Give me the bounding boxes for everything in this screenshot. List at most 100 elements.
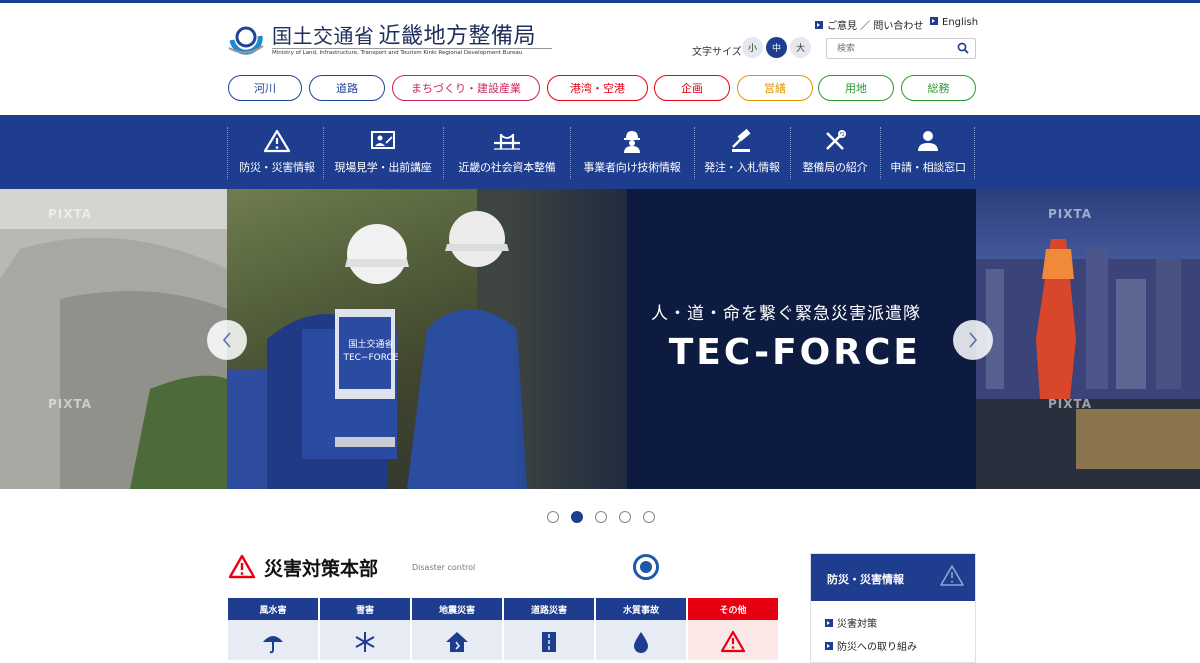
vest-text: 国土交通省 TEC−FORCE [343,339,399,365]
search-icon[interactable] [957,42,969,54]
tab-label: 地震災害 [412,598,502,620]
logo-text: 国土交通省 近畿地方整備局 [272,18,536,50]
mlit-logo-icon [228,26,264,55]
nav-label: 近畿の社会資本整備 [458,161,556,174]
slider-dot-1[interactable] [547,511,559,523]
tab-label: 水質事故 [596,598,686,620]
font-size-large-button[interactable]: 大 [790,37,811,58]
hero-slider: PIXTA PIXTA 国土交通省 TEC−FORCE 人・道・命を繋ぐ緊急災害… [0,189,1200,489]
disaster-control-title: 災害対策本部 Disaster control [228,554,528,582]
sidebar-link-label: 災害対策 [837,619,877,630]
tab-other[interactable]: その他 [688,598,778,660]
slider-dot-2[interactable] [571,511,583,523]
site-logo[interactable]: 国土交通省 近畿地方整備局 Ministry of Land, Infrastru… [226,16,556,60]
disaster-info-title: 防災・災害情報 [827,573,904,586]
worker-icon [624,131,640,153]
main-nav: 防災・災害情報 現場見学・出前講座 近畿の社会資本整備 事業者向け技術情報 発注… [0,115,1200,189]
sidebar-link-disaster-measures[interactable]: 災害対策 [825,615,877,630]
chevron-left-icon [222,332,231,348]
sidebar-link-prevention[interactable]: 防災への取り組み [825,638,917,653]
disaster-info-header[interactable]: 防災・災害情報 [811,554,975,601]
slider-dot-3[interactable] [595,511,607,523]
font-size-small-button[interactable]: 小 [742,37,763,58]
water-drop-icon [634,632,648,653]
disaster-heading: 災害対策本部 [264,558,379,580]
category-button-urban-construction[interactable]: まちづくり・建設産業 [392,75,540,101]
english-link-label: English [942,17,979,28]
status-indicator-icon [633,554,659,580]
vest-line2: TEC−FORCE [343,353,399,363]
nav-label: 事業者向け技術情報 [583,161,681,174]
search-box [826,38,976,59]
vest-line1: 国土交通省 [348,340,394,350]
nav-separator [443,127,444,179]
slider-prev-button[interactable] [207,320,247,360]
nav-separator [570,127,571,179]
tab-snow[interactable]: 雪害 [320,598,410,660]
nav-item-infrastructure[interactable]: 近畿の社会資本整備 [447,125,567,181]
tab-label: 道路災害 [504,598,594,620]
sidebar-link-label: 防災への取り組み [837,642,917,653]
watermark-text: PIXTA [48,207,93,221]
slider-next-button[interactable] [953,320,993,360]
nav-label: 発注・入札情報 [704,161,780,174]
nav-separator [323,127,324,179]
previous-slide-image: PIXTA PIXTA [0,189,227,489]
nav-item-technical-info[interactable]: 事業者向け技術情報 [574,125,690,181]
nav-separator [790,127,791,179]
gavel-icon [732,129,751,152]
bridge-icon [494,134,520,150]
arrow-square-icon [825,619,833,627]
font-size-label: 文字サイズ [692,47,742,58]
category-button-road[interactable]: 道路 [309,75,385,101]
nav-separator [880,127,881,179]
category-button-land[interactable]: 用地 [818,75,894,101]
tab-road-disaster[interactable]: 道路災害 [504,598,594,660]
logo-bureau: 近畿地方整備局 [378,24,537,49]
warning-icon [940,565,964,586]
nav-item-application[interactable]: 申請・相談窓口 [884,125,972,181]
snowflake-icon [355,632,375,652]
nav-item-disaster[interactable]: 防災・災害情報 [231,125,323,181]
slide-subtitle: 人・道・命を繋ぐ緊急災害派遣隊 [651,304,921,324]
contact-link-label: ご意見 ／ 問い合わせ [827,21,924,32]
nav-item-bidding[interactable]: 発注・入札情報 [698,125,786,181]
nav-separator [227,127,228,179]
tab-earthquake[interactable]: 地震災害 [412,598,502,660]
nav-label: 防災・災害情報 [239,161,315,174]
tab-water-accident[interactable]: 水質事故 [596,598,686,660]
disaster-heading-en: Disaster control [412,563,476,572]
umbrella-icon [263,636,283,654]
road-icon [542,632,556,652]
nav-separator [974,127,975,179]
arrow-square-icon [930,17,938,25]
tab-label: 風水害 [228,598,318,620]
tools-icon [826,130,846,150]
tab-label: 雪害 [320,598,410,620]
next-slide-image: PIXTA PIXTA [976,189,1200,489]
warning-icon [720,630,746,653]
slider-dot-5[interactable] [643,511,655,523]
person-icon [918,131,938,151]
nav-item-site-visit[interactable]: 現場見学・出前講座 [327,125,439,181]
arrow-square-icon [825,642,833,650]
category-button-building[interactable]: 営繕 [737,75,813,101]
category-button-general-affairs[interactable]: 総務 [901,75,976,101]
font-size-medium-button[interactable]: 中 [766,37,787,58]
watermark-text: PIXTA [1048,397,1093,411]
tab-storm-flood[interactable]: 風水害 [228,598,318,660]
disaster-info-box: 防災・災害情報 災害対策 防災への取り組み [810,553,976,663]
logo-ministry: 国土交通省 [272,24,375,48]
chevron-right-icon [969,332,978,348]
search-input[interactable] [827,39,953,58]
category-button-river[interactable]: 河川 [228,75,302,101]
watermark-text: PIXTA [1048,207,1093,221]
category-button-planning[interactable]: 企画 [654,75,730,101]
active-slide[interactable]: 国土交通省 TEC−FORCE 人・道・命を繋ぐ緊急災害派遣隊 TEC-FORC… [227,189,976,489]
contact-link[interactable]: ご意見 ／ 問い合わせ [815,17,923,32]
slider-dot-4[interactable] [619,511,631,523]
nav-item-about[interactable]: 整備局の紹介 [794,125,876,181]
category-button-port-airport[interactable]: 港湾・空港 [547,75,648,101]
arrow-square-icon [815,21,823,29]
english-link[interactable]: English [930,17,978,28]
